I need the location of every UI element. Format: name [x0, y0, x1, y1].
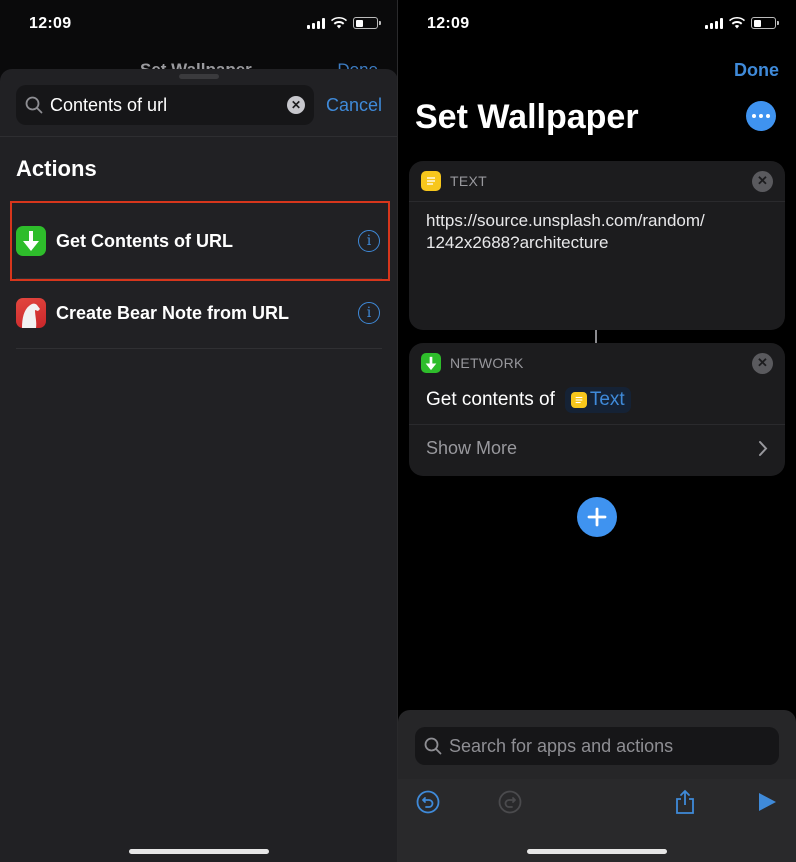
cancel-button[interactable]: Cancel — [326, 95, 382, 116]
wifi-icon — [729, 17, 745, 29]
card-category: NETWORK — [450, 355, 524, 371]
action-text: Get contents of — [426, 389, 555, 410]
info-icon[interactable]: i — [358, 230, 380, 252]
text-variable-token[interactable]: Text — [564, 387, 631, 413]
add-action-button[interactable] — [577, 497, 617, 537]
status-bar: 12:09 — [398, 0, 796, 48]
clear-search-icon[interactable]: ✕ — [286, 96, 305, 114]
info-icon[interactable]: i — [358, 302, 380, 324]
row-divider — [16, 348, 382, 349]
done-button[interactable]: Done — [734, 60, 779, 81]
text-action-card[interactable]: TEXT ✕ https://source.unsplash.com/rando… — [409, 161, 785, 330]
play-icon[interactable] — [754, 789, 780, 815]
chevron-right-icon — [759, 440, 768, 456]
show-more-button[interactable]: Show More — [409, 425, 785, 471]
more-options-icon[interactable] — [746, 101, 776, 131]
sheet-grabber[interactable] — [179, 74, 219, 79]
text-doc-icon — [570, 392, 587, 408]
home-indicator — [129, 849, 269, 854]
action-row-get-contents-of-url[interactable]: Get Contents of URL i — [16, 209, 382, 273]
search-input[interactable] — [50, 94, 287, 116]
token-label: Text — [589, 389, 625, 410]
bear-app-icon — [16, 298, 46, 328]
redo-icon[interactable] — [497, 789, 523, 815]
action-label: Get Contents of URL — [56, 230, 233, 251]
cellular-signal-icon — [307, 17, 325, 29]
action-label: Create Bear Note from URL — [56, 302, 290, 323]
search-icon — [25, 96, 43, 114]
get-contents-action-card[interactable]: NETWORK ✕ Get contents of Text Show More — [409, 343, 785, 476]
plus-icon — [587, 507, 607, 527]
divider — [0, 136, 398, 137]
shortcut-editor-screen: 12:09 Done Set Wallpaper TEXT ✕ https://… — [398, 0, 796, 862]
text-content-field[interactable]: https://source.unsplash.com/random/ 1242… — [409, 202, 785, 262]
status-time: 12:09 — [29, 15, 72, 32]
search-icon — [424, 737, 442, 755]
bottom-action-sheet: Search for apps and actions — [398, 710, 796, 862]
wifi-icon — [331, 17, 347, 29]
home-indicator — [527, 849, 667, 854]
row-divider — [16, 278, 382, 279]
card-category: TEXT — [450, 173, 487, 189]
status-time: 12:09 — [427, 15, 470, 32]
undo-icon[interactable] — [415, 789, 441, 815]
page-title: Set Wallpaper — [415, 98, 639, 136]
remove-action-icon[interactable]: ✕ — [752, 170, 773, 192]
share-icon[interactable] — [672, 789, 698, 815]
action-row-create-bear-note[interactable]: Create Bear Note from URL i — [16, 281, 382, 345]
show-more-label: Show More — [426, 437, 518, 458]
text-doc-icon — [421, 171, 441, 191]
cellular-signal-icon — [705, 17, 723, 29]
action-connector — [595, 330, 597, 343]
download-arrow-icon — [16, 226, 46, 256]
download-arrow-icon — [421, 353, 441, 373]
action-search-sheet: ✕ Cancel Actions Get Contents of URL i C… — [0, 69, 398, 862]
action-search-screen: 12:09 Set Wallpaper Done ✕ Cancel Action… — [0, 0, 398, 862]
search-field[interactable]: ✕ — [16, 85, 314, 125]
status-bar: 12:09 — [0, 0, 398, 48]
search-apps-field[interactable]: Search for apps and actions — [415, 727, 779, 765]
battery-icon — [751, 17, 779, 29]
battery-icon — [353, 17, 381, 29]
search-placeholder: Search for apps and actions — [449, 735, 674, 756]
section-title-actions: Actions — [16, 156, 97, 181]
remove-action-icon[interactable]: ✕ — [752, 352, 773, 374]
